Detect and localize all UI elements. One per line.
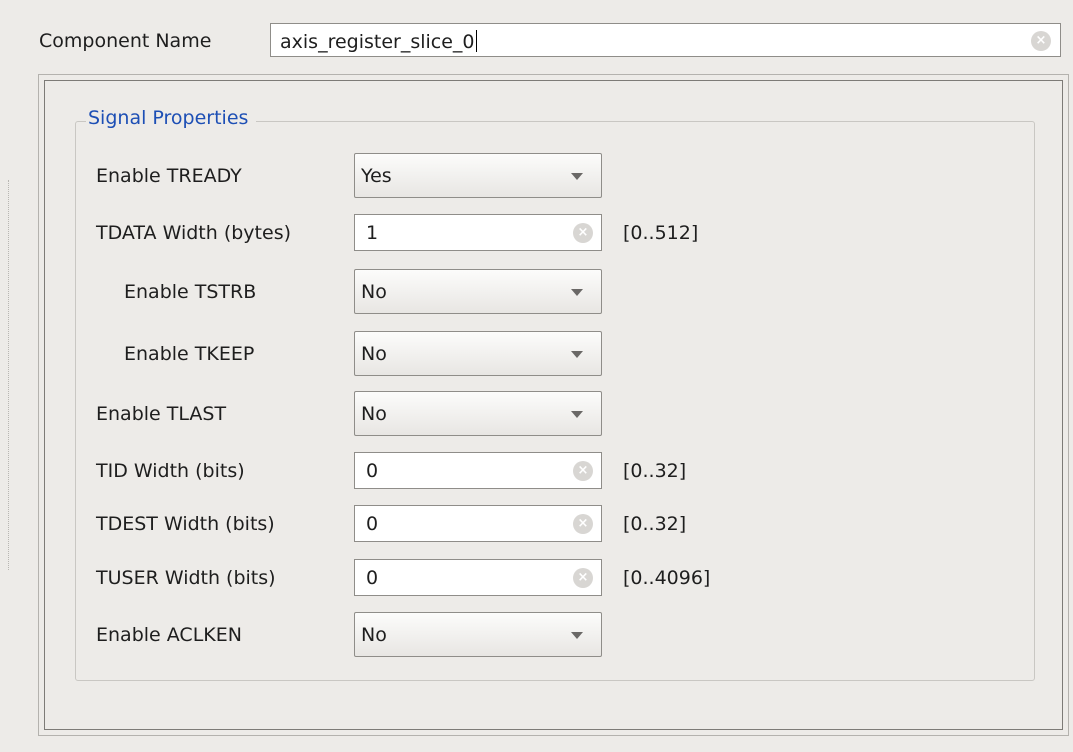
- tdata-width-label: TDATA Width (bytes): [96, 222, 292, 244]
- tdest-width-value: 0: [366, 513, 379, 535]
- resize-handle[interactable]: [8, 180, 9, 570]
- enable-tstrb-label: Enable TSTRB: [124, 281, 257, 303]
- enable-tstrb-value: No: [361, 281, 387, 303]
- chevron-down-icon: [571, 632, 583, 639]
- signal-properties-group: Signal Properties Enable TREADY Yes TDAT…: [75, 107, 1035, 681]
- component-name-label: Component Name: [39, 30, 212, 52]
- enable-tlast-select[interactable]: No: [354, 391, 602, 436]
- chevron-down-icon: [571, 351, 583, 358]
- enable-tready-select[interactable]: Yes: [354, 153, 602, 198]
- tid-width-label: TID Width (bits): [96, 460, 245, 482]
- clear-icon[interactable]: ×: [573, 568, 593, 588]
- tdest-width-range: [0..32]: [623, 513, 687, 535]
- tdest-width-input[interactable]: 0 ×: [354, 505, 602, 542]
- enable-aclken-select[interactable]: No: [354, 612, 602, 657]
- clear-icon[interactable]: ×: [573, 514, 593, 534]
- chevron-down-icon: [571, 411, 583, 418]
- enable-tkeep-label: Enable TKEEP: [124, 343, 255, 365]
- tdest-width-label: TDEST Width (bits): [96, 513, 275, 535]
- chevron-down-icon: [571, 173, 583, 180]
- tuser-width-label: TUSER Width (bits): [96, 567, 276, 589]
- tid-width-range: [0..32]: [623, 460, 687, 482]
- clear-icon[interactable]: ×: [1031, 31, 1051, 51]
- enable-tkeep-value: No: [361, 343, 387, 365]
- enable-tkeep-select[interactable]: No: [354, 331, 602, 376]
- tuser-width-range: [0..4096]: [623, 567, 711, 589]
- component-name-input[interactable]: axis_register_slice_0 ×: [270, 23, 1061, 57]
- configuration-panel: Signal Properties Enable TREADY Yes TDAT…: [38, 74, 1069, 736]
- tid-width-value: 0: [366, 460, 379, 482]
- configuration-panel-inner: Signal Properties Enable TREADY Yes TDAT…: [44, 80, 1063, 730]
- tdata-width-input[interactable]: 1 ×: [354, 214, 602, 251]
- enable-tlast-value: No: [361, 403, 387, 425]
- clear-icon[interactable]: ×: [573, 461, 593, 481]
- enable-tready-value: Yes: [361, 165, 392, 187]
- enable-tlast-label: Enable TLAST: [96, 403, 227, 425]
- enable-tstrb-select[interactable]: No: [354, 269, 602, 314]
- tuser-width-input[interactable]: 0 ×: [354, 559, 602, 596]
- enable-tready-label: Enable TREADY: [96, 165, 242, 187]
- tuser-width-value: 0: [366, 567, 379, 589]
- tdata-width-range: [0..512]: [623, 222, 699, 244]
- tdata-width-value: 1: [366, 222, 379, 244]
- component-name-value: axis_register_slice_0: [280, 30, 477, 53]
- chevron-down-icon: [571, 289, 583, 296]
- enable-aclken-value: No: [361, 624, 387, 646]
- signal-properties-title: Signal Properties: [86, 107, 257, 129]
- enable-aclken-label: Enable ACLKEN: [96, 624, 242, 646]
- tid-width-input[interactable]: 0 ×: [354, 452, 602, 489]
- clear-icon[interactable]: ×: [573, 223, 593, 243]
